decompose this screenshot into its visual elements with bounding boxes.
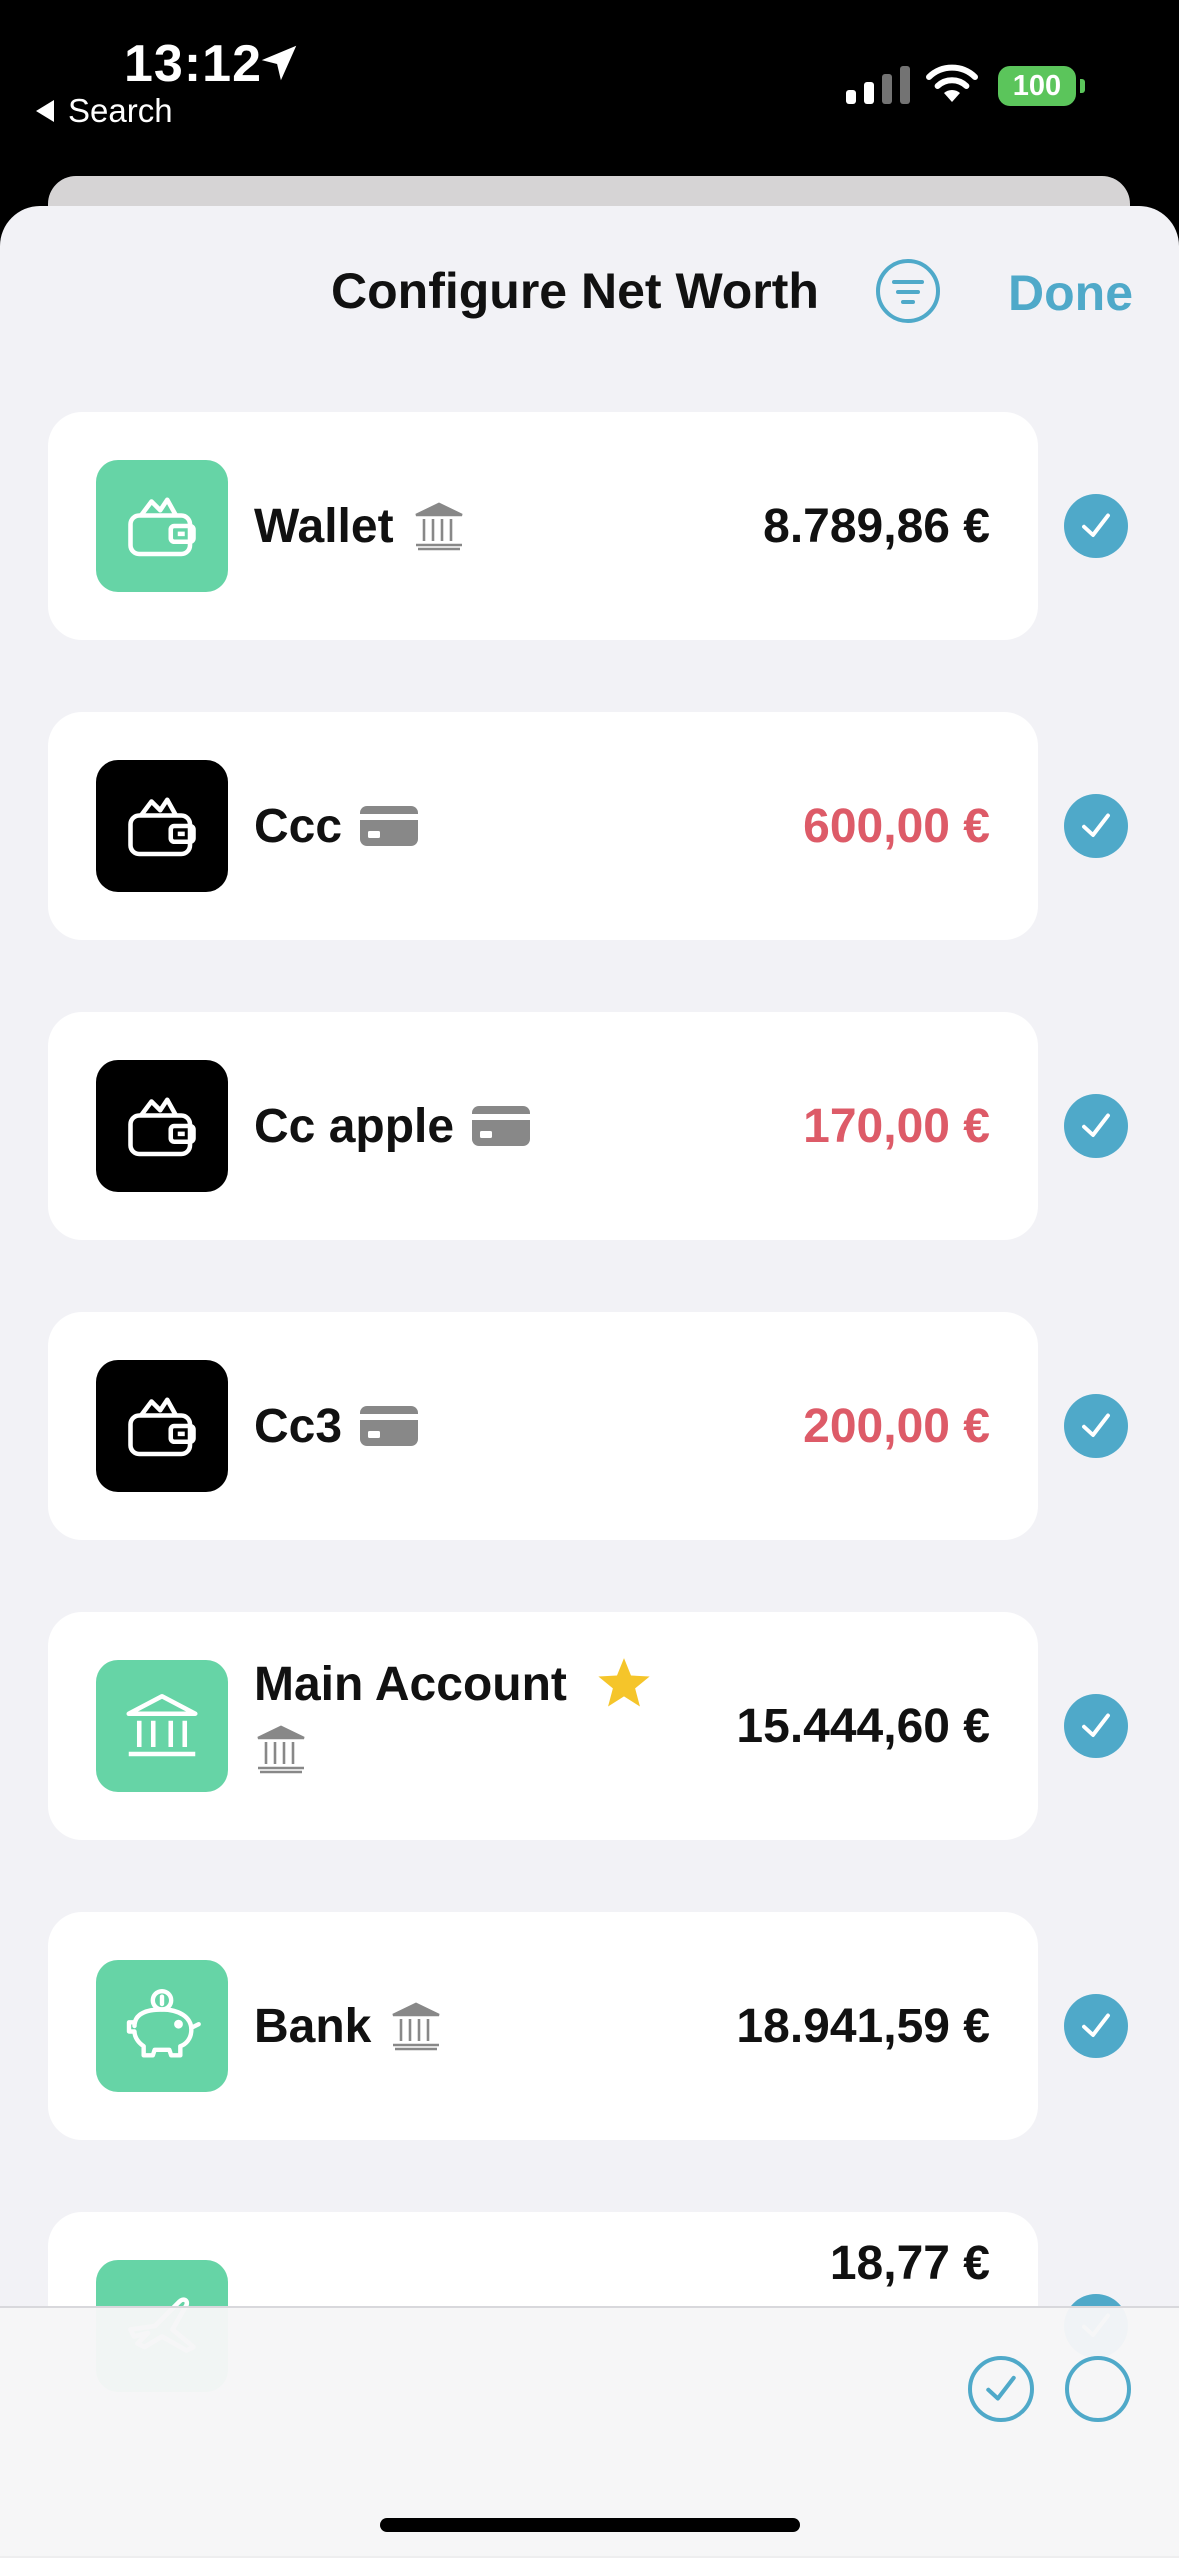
account-amount: 18.941,59 €: [736, 1999, 990, 2053]
account-amount: 8.789,86 €: [763, 499, 990, 553]
back-triangle-icon: [36, 100, 54, 122]
credit-card-icon: [472, 1106, 531, 1146]
checkmark-icon: [1082, 513, 1110, 537]
account-name-row: Main Account: [254, 1612, 653, 1774]
page-title: Configure Net Worth: [331, 263, 819, 319]
credit-card-icon: [360, 806, 419, 846]
account-name-row: Ccc: [254, 712, 420, 940]
include-checkbox[interactable]: [1064, 494, 1128, 558]
piggy-bank-icon: [96, 1960, 228, 2092]
account-name-row: Cc3: [254, 1312, 420, 1540]
account-amount: 600,00 €: [803, 799, 990, 853]
account-amount: 200,00 €: [803, 1399, 990, 1453]
account-card[interactable]: Cc3 200,00 €: [48, 1312, 1038, 1540]
filter-icon-line: [892, 280, 924, 284]
account-amount: 15.444,60 €: [736, 1699, 990, 1753]
wifi-icon: [926, 64, 978, 102]
configure-sheet: Configure Net Worth Done Wallet 8.789,86…: [0, 206, 1179, 2556]
cellular-signal-icon: [846, 66, 910, 104]
location-arrow-icon: [261, 45, 297, 81]
battery-indicator: 100: [998, 66, 1076, 106]
account-card[interactable]: Cc apple 170,00 €: [48, 1012, 1038, 1240]
filter-button[interactable]: [876, 259, 940, 323]
account-name: Wallet: [254, 499, 394, 553]
account-card[interactable]: Main Account 15.444,60 €: [48, 1612, 1038, 1840]
account-name: Ccc: [254, 799, 343, 853]
bank-icon: [392, 2002, 440, 2051]
deselect-all-button[interactable]: [1065, 2356, 1131, 2422]
wallet-icon: [96, 1060, 228, 1192]
account-name: Cc3: [254, 1399, 343, 1453]
checkmark-icon: [986, 2375, 1016, 2401]
status-time: 13:12: [124, 35, 262, 93]
wallet-icon: [96, 460, 228, 592]
checkmark-icon: [1082, 813, 1110, 837]
back-search-label: Search: [68, 92, 173, 129]
filter-icon-line: [896, 290, 920, 294]
checkmark-icon: [1082, 2013, 1110, 2037]
done-button[interactable]: Done: [1008, 264, 1133, 322]
home-indicator: [380, 2518, 800, 2532]
account-amount: 18,77 €: [829, 2237, 990, 2290]
wallet-icon: [96, 760, 228, 892]
favorite-star-icon: [598, 1658, 650, 1707]
include-checkbox[interactable]: [1064, 1094, 1128, 1158]
account-name: Cc apple: [254, 1099, 455, 1153]
account-name-row: Wallet: [254, 412, 466, 640]
bank-icon: [415, 502, 463, 551]
filter-icon-line: [901, 300, 915, 304]
account-name: Bank: [254, 1999, 372, 2053]
checkmark-icon: [1082, 1713, 1110, 1737]
include-checkbox[interactable]: [1064, 1994, 1128, 2058]
select-all-button[interactable]: [968, 2356, 1034, 2422]
include-checkbox[interactable]: [1064, 1694, 1128, 1758]
account-card[interactable]: Ccc 600,00 €: [48, 712, 1038, 940]
status-bar: 13:12 Search 100: [0, 0, 1179, 200]
wallet-icon: [96, 1360, 228, 1492]
account-name-row: Cc apple: [254, 1012, 532, 1240]
checkmark-icon: [1082, 1413, 1110, 1437]
battery-nub: [1080, 79, 1085, 93]
account-card[interactable]: Wallet 8.789,86 €: [48, 412, 1038, 640]
account-name-row: Bank: [254, 1912, 443, 2140]
include-checkbox[interactable]: [1064, 1394, 1128, 1458]
include-checkbox[interactable]: [1064, 794, 1128, 858]
account-name: Main Account: [254, 1657, 567, 1711]
account-card[interactable]: Bank 18.941,59 €: [48, 1912, 1038, 2140]
credit-card-icon: [360, 1406, 419, 1446]
bottom-toolbar: [0, 2306, 1179, 2558]
checkmark-icon: [1082, 1113, 1110, 1137]
bank-building-icon: [96, 1660, 228, 1792]
back-to-search-button[interactable]: Search: [36, 92, 173, 130]
bank-icon: [257, 1725, 305, 1774]
account-amount: 170,00 €: [803, 1099, 990, 1153]
